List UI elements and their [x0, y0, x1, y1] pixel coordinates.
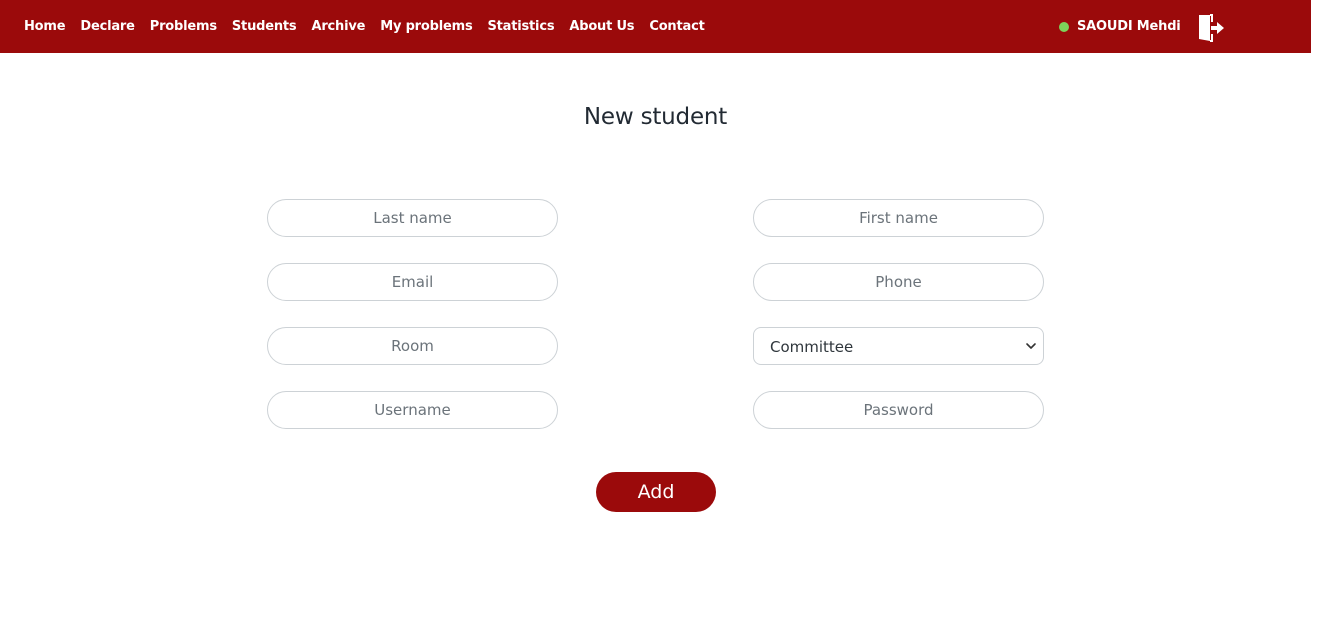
password-input[interactable] — [753, 391, 1044, 429]
nav-link-declare[interactable]: Declare — [80, 19, 135, 34]
nav-link-contact[interactable]: Contact — [649, 19, 704, 34]
email-input[interactable] — [267, 263, 558, 301]
add-button[interactable]: Add — [596, 472, 716, 512]
user-name: SAOUDI Mehdi — [1077, 19, 1181, 34]
online-status-icon — [1059, 21, 1069, 32]
first-name-input[interactable] — [753, 199, 1044, 237]
last-name-input[interactable] — [267, 199, 558, 237]
nav-link-archive[interactable]: Archive — [311, 19, 365, 34]
nav-link-about-us[interactable]: About Us — [569, 19, 634, 34]
committee-select-value: Committee — [770, 338, 854, 356]
room-input[interactable] — [267, 327, 558, 365]
nav-link-home[interactable]: Home — [24, 19, 66, 34]
nav-links: Home Declare Problems Students Archive M… — [24, 0, 705, 53]
phone-input[interactable] — [753, 263, 1044, 301]
nav-link-students[interactable]: Students — [232, 19, 297, 34]
nav-link-my-problems[interactable]: My problems — [380, 19, 472, 34]
nav-link-statistics[interactable]: Statistics — [487, 19, 554, 34]
committee-select[interactable]: Committee — [753, 327, 1044, 365]
username-input[interactable] — [267, 391, 558, 429]
top-navbar: Home Declare Problems Students Archive M… — [0, 0, 1311, 53]
user-area: SAOUDI Mehdi — [1059, 0, 1181, 53]
chevron-down-icon — [1026, 343, 1036, 349]
logout-icon[interactable] — [1198, 14, 1226, 42]
nav-link-problems[interactable]: Problems — [150, 19, 217, 34]
page-title: New student — [583, 104, 728, 130]
